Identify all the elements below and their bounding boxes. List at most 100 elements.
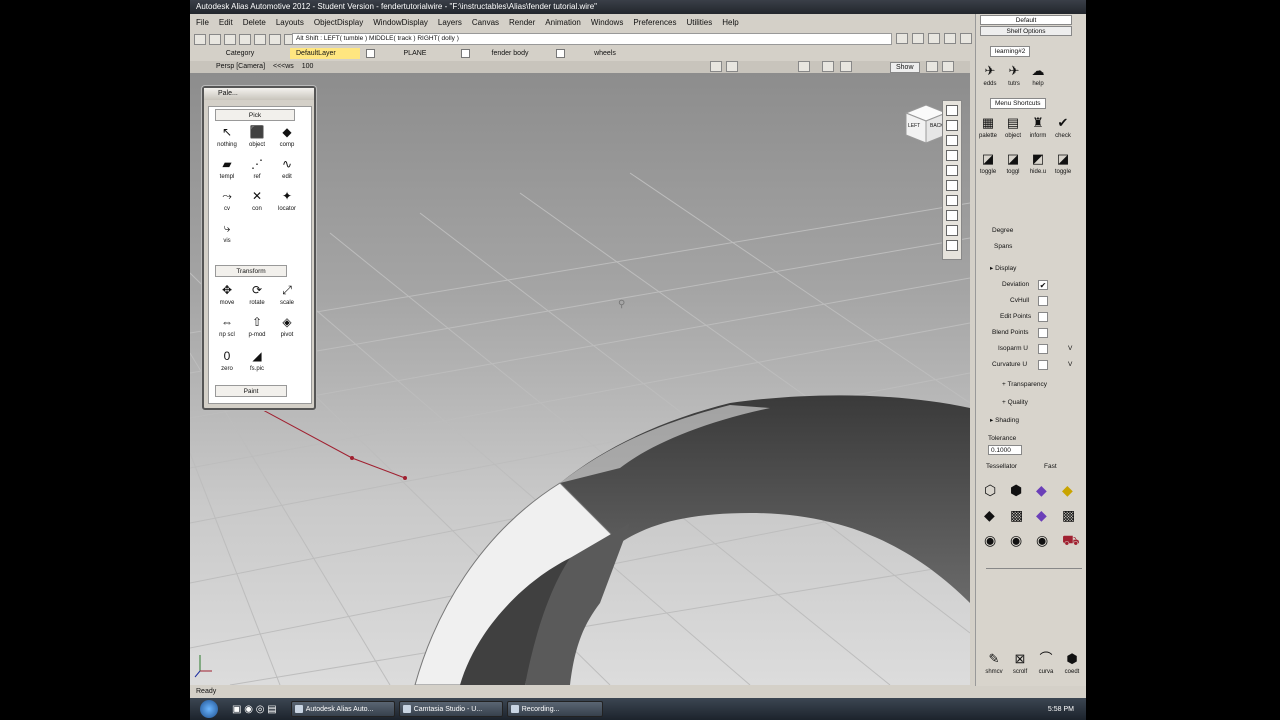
cvhull-checkbox[interactable] [1038,296,1048,306]
quicklaunch-icon[interactable]: ▣ ◉ ◎ ▤ [232,704,277,715]
shader-4-icon[interactable]: ◆ [1062,482,1086,499]
rotate-tool[interactable]: ⟳ rotate [243,281,271,311]
shelf-object[interactable]: ▤ object [1001,114,1025,140]
layer-fender-body[interactable]: fender body [470,48,550,59]
dolly-tool-icon[interactable] [946,135,958,146]
pick-reference-tool[interactable]: ⋰ ref [243,155,271,185]
pick-locator-tool[interactable]: ✦ locator [273,187,301,217]
task-camtasia[interactable]: Camtasia Studio - U... [398,701,503,717]
pick-template-tool[interactable]: ▰ templ [213,155,241,185]
category-label[interactable]: Category [190,48,290,59]
tumble-icon[interactable] [960,33,972,44]
pick-construction-tool[interactable]: ✕ con [243,187,271,217]
menu-canvas[interactable]: Canvas [472,16,499,30]
shading-section[interactable]: ▸ Shading [976,414,1086,428]
slider-track[interactable] [986,568,1082,569]
edit-points-checkbox[interactable] [1038,312,1048,322]
shelf-check[interactable]: ✔ check [1051,114,1075,140]
render-icon[interactable] [798,61,810,72]
menu-edit[interactable]: Edit [219,16,233,30]
menu-file[interactable]: File [196,16,209,30]
task-recording[interactable]: Recording... [506,701,603,717]
shader-1-icon[interactable]: ⬡ [984,482,1010,499]
tumble-tool-icon[interactable] [946,180,958,191]
restore-icon[interactable] [942,61,954,72]
transform-section-tab[interactable]: Transform [215,265,287,277]
zoom-tool-icon[interactable] [946,105,958,116]
shelf-toggle-2[interactable]: ◪ toggl [1001,150,1025,176]
pick-nothing-tool[interactable]: ↖ nothing [213,123,241,153]
shader-7-icon[interactable]: ◆ [1036,507,1062,524]
layer-default-checkbox[interactable] [366,48,375,58]
p-mod-tool[interactable]: ⇧ p-mod [243,313,271,343]
start-button-icon[interactable] [200,700,218,718]
shader-3-icon[interactable]: ◆ [1036,482,1062,499]
shelf-help[interactable]: ☁ help [1026,62,1050,88]
bottom-shmcv[interactable]: ✎ shmcv [982,650,1006,676]
frame-tool-icon[interactable] [946,165,958,176]
shelf-palette[interactable]: ▦ palette [976,114,1000,140]
tolerance-input[interactable]: 0.1000 [988,445,1022,455]
surface-icon[interactable] [239,33,251,45]
shader-12-icon[interactable]: ⛟ [1062,532,1086,551]
shade-icon[interactable] [822,61,834,72]
np-scale-tool[interactable]: ⇔ np scl [213,313,241,343]
shelf-edds[interactable]: ✈ edds [978,62,1002,88]
shelf-tab-learning[interactable]: learning#2 [990,46,1031,57]
shelf-options-button[interactable]: Shelf Options [980,26,1072,36]
undo-icon[interactable] [194,33,206,45]
freeze-tool[interactable]: ◢ fs.pic [243,347,271,377]
frame-icon[interactable] [928,33,940,44]
window-icon[interactable] [912,33,924,44]
look-tool-icon[interactable] [946,225,958,236]
curve-icon[interactable] [224,33,236,45]
track-tool-icon[interactable] [946,120,958,131]
menu-preferences[interactable]: Preferences [633,16,676,30]
shader-11-icon[interactable]: ◉ [1036,532,1062,551]
grid-snap-icon[interactable] [269,33,281,45]
scale-tool[interactable]: ⤢ scale [273,281,301,311]
min-icon[interactable] [926,61,938,72]
display-section[interactable]: ▸ Display [976,262,1086,276]
menu-animation[interactable]: Animation [545,16,581,30]
layer-fender-checkbox[interactable] [556,48,565,58]
zero-tool[interactable]: 0 zero [213,347,241,377]
pick-section-tab[interactable]: Pick [215,109,295,121]
bottom-scrolf[interactable]: ⊠ scrolf [1008,650,1032,676]
shader-5-icon[interactable]: ◆ [984,507,1010,524]
viewport-mode[interactable]: <<<ws [273,63,294,70]
layer-default[interactable]: DefaultLayer [290,47,360,59]
azimuth-tool-icon[interactable] [946,210,958,221]
pick-visible-tool[interactable]: ⤷ vis [213,219,241,249]
fit-tool-icon[interactable] [946,150,958,161]
shelf-inform[interactable]: ♜ inform [1026,114,1050,140]
grid-icon[interactable] [840,61,852,72]
shader-10-icon[interactable]: ◉ [1010,532,1036,551]
shelf-toggle-3[interactable]: ◪ toggle [1051,150,1075,176]
shelf-hide-unselected[interactable]: ◩ hide.u [1026,150,1050,176]
blend-points-checkbox[interactable] [1038,328,1048,338]
move-tool[interactable]: ✥ move [213,281,241,311]
menu-delete[interactable]: Delete [243,16,266,30]
deviation-checkbox[interactable]: ✔ [1038,280,1048,290]
max-icon[interactable] [726,61,738,72]
pick-component-tool[interactable]: ◆ comp [273,123,301,153]
menu-utilities[interactable]: Utilities [686,16,712,30]
paint-section-tab[interactable]: Paint [215,385,287,397]
layout-icon[interactable] [896,33,908,44]
shelf-toggle-1[interactable]: ◪ toggle [976,150,1000,176]
shelf-tutrs[interactable]: ✈ tutrs [1002,62,1026,88]
curvature-checkbox[interactable] [1038,360,1048,370]
pick-edit-tool[interactable]: ∿ edit [273,155,301,185]
shader-6-icon[interactable]: ▩ [1010,507,1036,524]
roll-tool-icon[interactable] [946,195,958,206]
show-button[interactable]: Show [890,62,920,73]
task-alias[interactable]: Autodesk Alias Auto... [290,701,395,717]
shelf-default-select[interactable]: Default [980,15,1072,25]
pick-cv-tool[interactable]: ⤳ cv [213,187,241,217]
layer-plane-checkbox[interactable] [461,48,470,58]
menu-objectdisplay[interactable]: ObjectDisplay [314,16,363,30]
menu-windows[interactable]: Windows [591,16,623,30]
menu-render[interactable]: Render [509,16,535,30]
layer-plane[interactable]: PLANE [375,48,455,59]
